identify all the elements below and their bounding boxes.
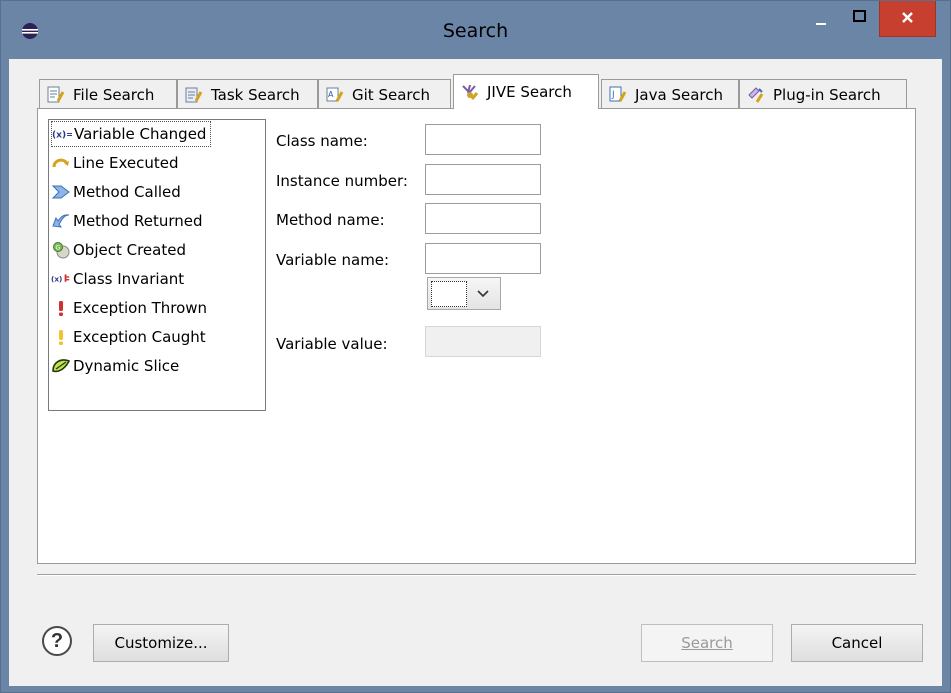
list-item-line-executed[interactable]: Line Executed <box>51 150 179 176</box>
line-executed-icon <box>51 154 71 172</box>
event-label: Variable Changed <box>74 125 207 143</box>
list-item-dynamic-slice[interactable]: Dynamic Slice <box>51 353 179 379</box>
close-button[interactable] <box>879 1 936 37</box>
event-label: Object Created <box>73 241 186 259</box>
method-returned-icon <box>51 212 71 230</box>
svg-text:(x)=: (x)= <box>52 131 72 141</box>
event-label: Class Invariant <box>73 270 185 288</box>
list-item-method-returned[interactable]: Method Returned <box>51 208 203 234</box>
tab-task-search[interactable]: Task Search <box>177 79 318 109</box>
event-label: Exception Thrown <box>73 299 208 317</box>
variable-changed-icon: (x)= <box>52 125 72 143</box>
file-search-icon <box>47 86 65 102</box>
variable-name-field[interactable] <box>425 243 541 274</box>
tab-java-search[interactable]: J Java Search <box>601 79 739 109</box>
help-button[interactable]: ? <box>42 626 72 656</box>
list-item-exception-thrown[interactable]: Exception Thrown <box>51 295 207 321</box>
method-name-field[interactable] <box>425 203 541 234</box>
maximize-button[interactable] <box>841 1 877 37</box>
svg-text:G: G <box>56 245 61 252</box>
exception-caught-icon <box>51 328 71 346</box>
tab-plugin-search[interactable]: Plug-in Search <box>739 79 907 109</box>
button-bar-separator <box>37 574 916 576</box>
minimize-button[interactable] <box>804 1 838 37</box>
variable-name-label: Variable name: <box>276 251 390 269</box>
event-label: Line Executed <box>73 154 179 172</box>
list-item-variable-changed[interactable]: (x)= Variable Changed <box>51 121 212 147</box>
title-bar[interactable]: Search <box>1 1 950 59</box>
minimize-icon <box>816 23 826 25</box>
chevron-down-icon <box>477 289 489 297</box>
tab-label: Plug-in Search <box>773 85 881 104</box>
tab-git-search[interactable]: A Git Search <box>318 79 451 109</box>
svg-text:(x): (x) <box>51 275 62 284</box>
dynamic-slice-icon <box>51 357 71 375</box>
jive-search-icon <box>462 84 479 100</box>
tab-label: Java Search <box>635 85 723 104</box>
exception-thrown-icon <box>51 299 71 317</box>
tab-label: JIVE Search <box>487 83 572 101</box>
instance-number-field[interactable] <box>425 164 541 195</box>
tab-jive-search[interactable]: JIVE Search <box>453 74 599 109</box>
variable-value-field[interactable] <box>425 326 541 357</box>
variable-value-label: Variable value: <box>276 335 388 353</box>
event-label: Exception Caught <box>73 328 206 346</box>
help-icon: ? <box>50 629 64 652</box>
instance-number-label: Instance number: <box>276 172 408 190</box>
customize-button[interactable]: Customize... <box>93 624 229 662</box>
cancel-button[interactable]: Cancel <box>791 624 923 662</box>
object-created-icon: G <box>51 241 71 259</box>
method-called-icon <box>51 183 71 201</box>
tab-label: Git Search <box>352 85 430 104</box>
git-search-icon: A <box>326 87 344 102</box>
dialog-client-area: File Search Task Search A Git Search JIV… <box>9 59 942 686</box>
event-label: Method Returned <box>73 212 203 230</box>
close-icon <box>902 12 913 23</box>
list-item-class-invariant[interactable]: (x) Class Invariant <box>51 266 184 292</box>
plugin-search-icon <box>748 86 764 103</box>
class-name-field[interactable] <box>425 124 541 155</box>
operator-value <box>431 280 467 307</box>
method-name-label: Method name: <box>276 211 385 229</box>
class-name-label: Class name: <box>276 132 368 150</box>
jive-search-panel: (x)= Variable Changed Line Executed Meth… <box>37 108 916 564</box>
maximize-icon <box>853 10 866 22</box>
java-search-icon: J <box>609 86 627 102</box>
event-type-list[interactable]: (x)= Variable Changed Line Executed Meth… <box>48 119 266 411</box>
svg-text:J: J <box>611 90 615 100</box>
tab-file-search[interactable]: File Search <box>39 79 177 109</box>
list-item-object-created[interactable]: G Object Created <box>51 237 186 263</box>
search-button[interactable]: Search <box>641 624 773 662</box>
class-invariant-icon: (x) <box>51 270 71 288</box>
svg-text:A: A <box>328 90 334 99</box>
event-label: Method Called <box>73 183 181 201</box>
search-dialog: Search File Search Task Search A Git Sea… <box>0 0 951 693</box>
tab-label: File Search <box>73 85 155 104</box>
task-search-icon <box>185 87 203 102</box>
operator-dropdown[interactable] <box>427 277 501 310</box>
list-item-exception-caught[interactable]: Exception Caught <box>51 324 206 350</box>
list-item-method-called[interactable]: Method Called <box>51 179 181 205</box>
event-label: Dynamic Slice <box>73 357 180 375</box>
tab-label: Task Search <box>211 85 300 104</box>
